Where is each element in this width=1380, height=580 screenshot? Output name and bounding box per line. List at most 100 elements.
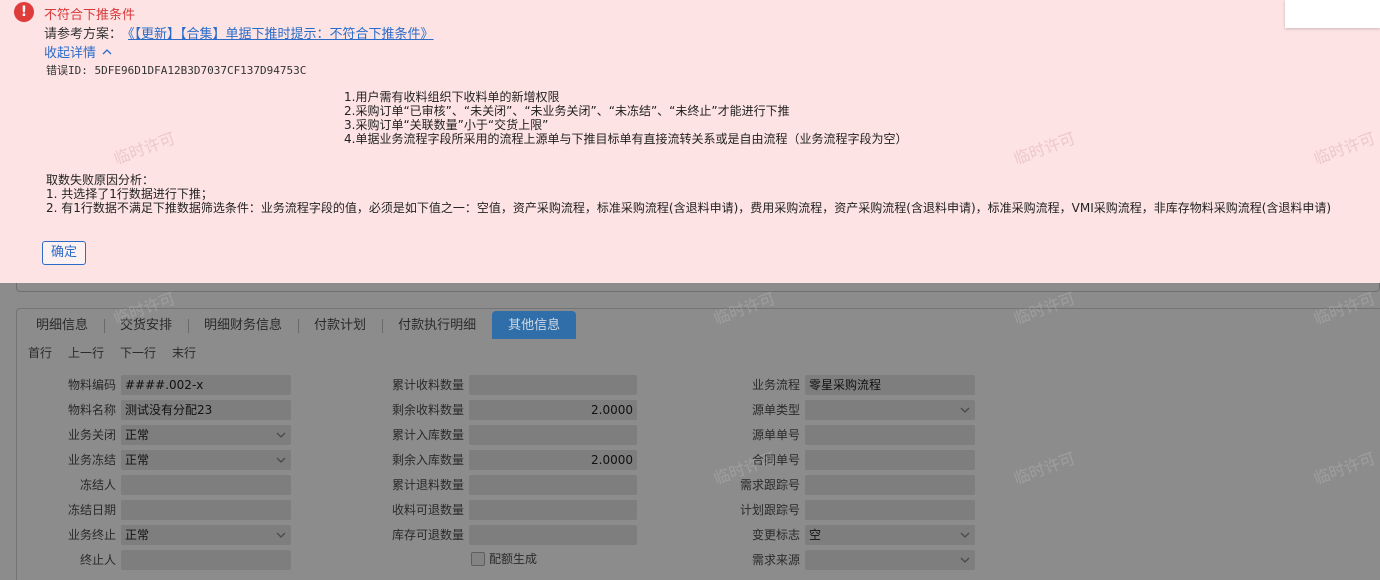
- reference-link[interactable]: 《【更新】【合集】单据下推时提示：不符合下推条件》: [128, 27, 434, 42]
- field-input[interactable]: [121, 500, 291, 520]
- field-value: 正常: [125, 528, 150, 542]
- field-label: 冻结日期: [67, 503, 116, 517]
- tab-payment-plan[interactable]: 付款计划: [298, 311, 382, 339]
- field-input[interactable]: [805, 425, 975, 445]
- analysis-line: 1. 共选择了1行数据进行下推；: [46, 187, 213, 201]
- error-id: 错误ID: 5DFE96D1DFA12B3D7037CF137D94753C: [46, 64, 307, 77]
- field-label: 计划跟踪号: [739, 503, 800, 517]
- field-label: 源单单号: [751, 428, 800, 442]
- chevron-down-icon: [276, 532, 286, 538]
- field-label: 变更标志: [751, 528, 800, 542]
- field-input[interactable]: [805, 500, 975, 520]
- field-label: 业务流程: [751, 378, 800, 392]
- chevron-down-icon: [960, 557, 970, 563]
- field-select[interactable]: 空: [805, 525, 975, 545]
- tab-detail-info[interactable]: 明细信息: [20, 311, 104, 339]
- chevron-down-icon: [276, 432, 286, 438]
- field-input[interactable]: [469, 500, 637, 520]
- corner-popup: [1285, 0, 1380, 28]
- field-input[interactable]: [469, 475, 637, 495]
- field-label: 终止人: [79, 553, 116, 567]
- field-label: 物料编码: [67, 378, 116, 392]
- error-title: 不符合下推条件: [44, 8, 136, 23]
- reference-line: 请参考方案： 《【更新】【合集】单据下推时提示：不符合下推条件》: [44, 23, 434, 42]
- field-input[interactable]: [121, 550, 291, 570]
- rule-line: 2.采购订单“已审核”、“未关闭”、“未业务关闭”、“未冻结”、“未终止”才能进…: [344, 104, 790, 118]
- field-value: 零星采购流程: [809, 378, 882, 392]
- field-label: 剩余收料数量: [391, 403, 464, 417]
- field-select[interactable]: 正常: [121, 525, 291, 545]
- field-label: 收料可退数量: [391, 503, 464, 517]
- prev-row-link[interactable]: 上一行: [68, 344, 104, 361]
- failure-analysis: 取数失败原因分析： 1. 共选择了1行数据进行下推； 2. 有1行数据不满足下推…: [46, 173, 1331, 215]
- tab-payment-execution[interactable]: 付款执行明细: [382, 311, 492, 339]
- tab-detail-finance[interactable]: 明细财务信息: [188, 311, 298, 339]
- field-select[interactable]: [805, 400, 975, 420]
- field-select[interactable]: 正常: [121, 450, 291, 470]
- watermark-text: 临时许可: [111, 128, 178, 169]
- field-label: 合同单号: [751, 453, 800, 467]
- field-input[interactable]: [469, 375, 637, 395]
- next-row-link[interactable]: 下一行: [120, 344, 156, 361]
- watermark-text: 临时许可: [1011, 128, 1078, 169]
- watermark-text: 临时许可: [1311, 128, 1378, 169]
- field-input[interactable]: 2.0000: [469, 450, 637, 470]
- field-label: 源单类型: [751, 403, 800, 417]
- ok-button[interactable]: 确定: [42, 241, 86, 265]
- field-value: 正常: [125, 453, 150, 467]
- field-value: 正常: [125, 428, 150, 442]
- field-input[interactable]: ####.002-x: [121, 375, 291, 395]
- chevron-down-icon: [960, 532, 970, 538]
- field-label: 累计收料数量: [391, 378, 464, 392]
- field-input[interactable]: [121, 475, 291, 495]
- field-label: 业务终止: [67, 528, 116, 542]
- field-value: 空: [809, 528, 822, 542]
- field-label: 冻结人: [79, 478, 116, 492]
- rule-line: 4.单据业务流程字段所采用的流程上源单与下推目标单有直接流转关系或是自由流程（业…: [344, 132, 908, 146]
- field-label: 业务关闭: [67, 428, 116, 442]
- field-input[interactable]: 零星采购流程: [805, 375, 975, 395]
- analysis-title: 取数失败原因分析：: [46, 173, 155, 187]
- field-value: ####.002-x: [125, 378, 204, 392]
- checkbox-box[interactable]: [471, 551, 485, 566]
- analysis-line: 2. 有1行数据不满足下推数据筛选条件：业务流程字段的值，必须是如下值之一：空值…: [46, 201, 1332, 215]
- field-label: 库存可退数量: [391, 528, 464, 542]
- rule-line: 1.用户需有收料组织下收料单的新增权限: [344, 90, 560, 104]
- chevron-up-icon: [102, 48, 112, 54]
- field-label: 业务冻结: [67, 453, 116, 467]
- field-value: 2.0000: [591, 453, 633, 467]
- tab-delivery-schedule[interactable]: 交货安排: [104, 311, 188, 339]
- push-rules: 1.用户需有收料组织下收料单的新增权限 2.采购订单“已审核”、“未关闭”、“未…: [344, 90, 907, 146]
- field-input[interactable]: [805, 475, 975, 495]
- quota-generate-checkbox[interactable]: 配额生成: [471, 550, 537, 567]
- field-select[interactable]: [805, 550, 975, 570]
- field-value: 测试没有分配23: [125, 403, 213, 417]
- reference-label: 请参考方案：: [44, 27, 123, 42]
- header-panel-edge: [16, 282, 1380, 292]
- field-input[interactable]: 2.0000: [469, 400, 637, 420]
- first-row-link[interactable]: 首行: [28, 344, 52, 361]
- field-input[interactable]: [469, 425, 637, 445]
- checkbox-label: 配额生成: [489, 552, 538, 566]
- detail-tabs: 明细信息 交货安排 明细财务信息 付款计划 付款执行明细 其他信息: [20, 311, 577, 339]
- field-label: 累计退料数量: [391, 478, 464, 492]
- field-select[interactable]: 正常: [121, 425, 291, 445]
- rule-line: 3.采购订单“关联数量”小于“交货上限”: [344, 118, 549, 132]
- collapse-label: 收起详情: [44, 46, 97, 61]
- field-input[interactable]: [805, 450, 975, 470]
- error-icon: !: [14, 2, 34, 22]
- last-row-link[interactable]: 末行: [172, 344, 196, 361]
- collapse-details-toggle[interactable]: 收起详情: [44, 42, 112, 61]
- field-label: 需求来源: [751, 553, 800, 567]
- field-input[interactable]: 测试没有分配23: [121, 400, 291, 420]
- chevron-down-icon: [276, 457, 286, 463]
- field-label: 剩余入库数量: [391, 453, 464, 467]
- row-navigation: 首行 上一行 下一行 末行: [28, 344, 196, 361]
- field-label: 物料名称: [67, 403, 116, 417]
- field-input[interactable]: [469, 525, 637, 545]
- error-banner: ! 不符合下推条件 请参考方案： 《【更新】【合集】单据下推时提示：不符合下推条件…: [0, 0, 1380, 283]
- chevron-down-icon: [960, 407, 970, 413]
- field-label: 需求跟踪号: [739, 478, 800, 492]
- field-label: 累计入库数量: [391, 428, 464, 442]
- tab-other-info[interactable]: 其他信息: [492, 311, 577, 339]
